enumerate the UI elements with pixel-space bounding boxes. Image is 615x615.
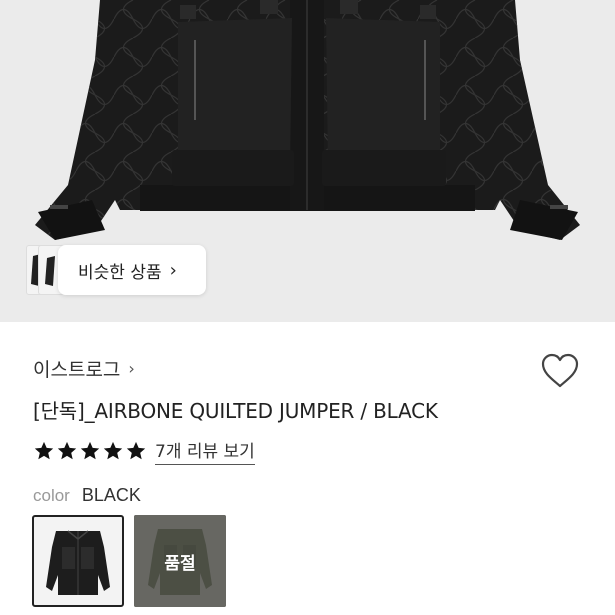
color-swatch-black[interactable] bbox=[32, 515, 124, 607]
review-link[interactable]: 7개 리뷰 보기 bbox=[155, 437, 255, 465]
star-icon bbox=[126, 441, 146, 460]
black-jacket-thumbnail bbox=[46, 530, 110, 595]
color-value: BLACK bbox=[81, 485, 141, 505]
brand-link[interactable]: 이스트로그 › bbox=[33, 355, 135, 382]
similar-products-label: 비슷한 상품 bbox=[78, 262, 162, 283]
product-hero-image[interactable]: 비슷한 상품 › bbox=[0, 0, 615, 322]
brand-name: 이스트로그 bbox=[33, 359, 121, 381]
star-icon bbox=[34, 441, 54, 460]
color-row: color BLACK bbox=[33, 485, 141, 506]
heart-outline-icon bbox=[541, 353, 579, 388]
sold-out-badge: 품절 bbox=[164, 553, 196, 574]
product-title: [단독]_AIRBONE QUILTED JUMPER / BLACK bbox=[33, 399, 438, 423]
star-icon bbox=[80, 441, 100, 460]
star-rating bbox=[33, 440, 147, 462]
star-icon bbox=[103, 441, 123, 460]
color-label: color bbox=[33, 486, 70, 505]
similar-products-button[interactable]: 비슷한 상품 › bbox=[58, 245, 206, 295]
rating-row: 7개 리뷰 보기 bbox=[33, 437, 255, 465]
sold-out-overlay: 품절 bbox=[134, 515, 226, 607]
wishlist-button[interactable] bbox=[540, 352, 580, 390]
chevron-right-icon: › bbox=[169, 259, 177, 281]
star-icon bbox=[57, 441, 77, 460]
color-swatch-olive[interactable]: 품절 bbox=[134, 515, 226, 607]
chevron-right-icon: › bbox=[128, 359, 135, 378]
